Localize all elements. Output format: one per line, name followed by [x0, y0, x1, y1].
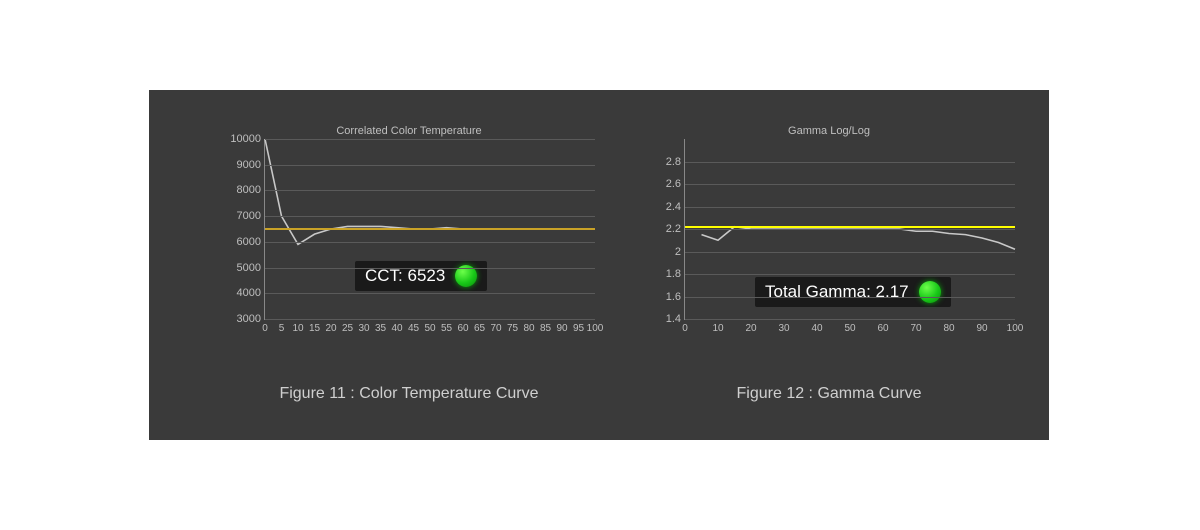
cct-badge: CCT: 6523 — [355, 261, 487, 291]
x-tick-label: 50 — [424, 323, 435, 334]
y-tick-label: 7000 — [221, 210, 261, 222]
x-tick-label: 10 — [292, 323, 303, 334]
x-tick-label: 100 — [1007, 323, 1024, 334]
gamma-chart: Gamma Log/Log Total Gamma: 2.17 1.41.61.… — [644, 125, 1014, 360]
reference-line — [265, 228, 595, 230]
x-tick-label: 70 — [910, 323, 921, 334]
x-tick-label: 60 — [877, 323, 888, 334]
cct-chart: Correlated Color Temperature CCT: 6523 3… — [224, 125, 594, 360]
x-tick-label: 80 — [523, 323, 534, 334]
y-tick-label: 8000 — [221, 184, 261, 196]
y-tick-label: 10000 — [221, 133, 261, 145]
x-tick-label: 60 — [457, 323, 468, 334]
y-tick-label: 9000 — [221, 159, 261, 171]
y-tick-label: 1.8 — [641, 268, 681, 280]
y-tick-label: 2 — [641, 246, 681, 258]
y-tick-label: 4000 — [221, 287, 261, 299]
x-tick-label: 0 — [262, 323, 268, 334]
x-tick-label: 85 — [540, 323, 551, 334]
status-dot-icon — [919, 281, 941, 303]
x-tick-label: 90 — [976, 323, 987, 334]
figure-caption: Figure 12 : Gamma Curve — [644, 385, 1014, 403]
plot-area: CCT: 6523 300040005000600070008000900010… — [264, 139, 595, 320]
x-tick-label: 10 — [712, 323, 723, 334]
chart-title: Correlated Color Temperature — [224, 125, 594, 137]
y-tick-label: 1.4 — [641, 313, 681, 325]
gamma-value-label: Total Gamma: 2.17 — [765, 282, 909, 302]
x-tick-label: 25 — [342, 323, 353, 334]
x-tick-label: 50 — [844, 323, 855, 334]
chart-panel: Correlated Color Temperature CCT: 6523 3… — [149, 90, 1049, 440]
x-tick-label: 100 — [587, 323, 604, 334]
x-tick-label: 40 — [811, 323, 822, 334]
y-tick-label: 2.4 — [641, 201, 681, 213]
x-tick-label: 5 — [279, 323, 285, 334]
gamma-badge: Total Gamma: 2.17 — [755, 277, 951, 307]
cct-value-label: CCT: 6523 — [365, 266, 445, 286]
y-tick-label: 6000 — [221, 236, 261, 248]
x-tick-label: 55 — [441, 323, 452, 334]
y-tick-label: 1.6 — [641, 291, 681, 303]
y-tick-label: 2.2 — [641, 223, 681, 235]
x-tick-label: 30 — [358, 323, 369, 334]
x-tick-label: 35 — [375, 323, 386, 334]
y-tick-label: 3000 — [221, 313, 261, 325]
y-tick-label: 5000 — [221, 262, 261, 274]
x-tick-label: 65 — [474, 323, 485, 334]
figure-caption: Figure 11 : Color Temperature Curve — [224, 385, 594, 403]
x-tick-label: 0 — [682, 323, 688, 334]
data-line — [702, 227, 1016, 250]
x-tick-label: 30 — [778, 323, 789, 334]
x-tick-label: 75 — [507, 323, 518, 334]
x-tick-label: 15 — [309, 323, 320, 334]
x-tick-label: 70 — [490, 323, 501, 334]
x-tick-label: 20 — [745, 323, 756, 334]
chart-title: Gamma Log/Log — [644, 125, 1014, 137]
x-tick-label: 40 — [391, 323, 402, 334]
x-tick-label: 20 — [325, 323, 336, 334]
y-tick-label: 2.8 — [641, 156, 681, 168]
x-tick-label: 95 — [573, 323, 584, 334]
reference-line — [685, 226, 1015, 228]
x-tick-label: 80 — [943, 323, 954, 334]
y-tick-label: 2.6 — [641, 178, 681, 190]
x-tick-label: 45 — [408, 323, 419, 334]
plot-area: Total Gamma: 2.17 1.41.61.822.22.42.62.8… — [684, 139, 1015, 320]
x-tick-label: 90 — [556, 323, 567, 334]
